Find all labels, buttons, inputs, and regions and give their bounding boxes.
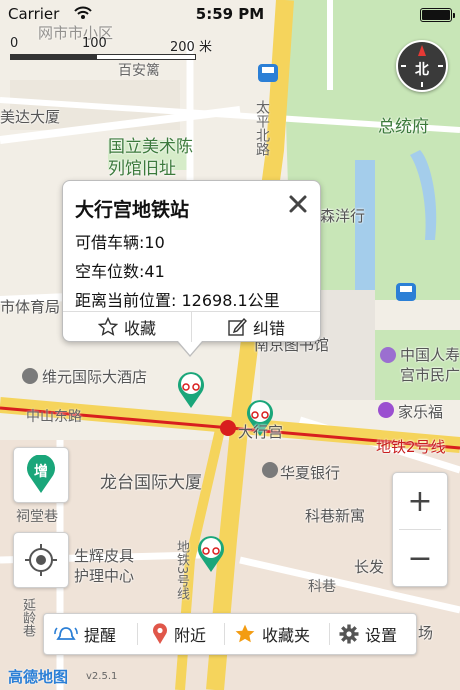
remind-button[interactable]: 提醒	[54, 614, 116, 654]
locate-icon	[25, 544, 57, 576]
available-bikes: 可借车辆:10	[75, 233, 165, 252]
zoom-out-button[interactable]: −	[393, 530, 447, 586]
version-label: v2.5.1	[86, 671, 118, 682]
metro-label: 地铁2号线	[376, 438, 446, 456]
add-label: 增	[34, 464, 48, 480]
map-label: 龙台国际大厦	[100, 473, 202, 493]
nearby-label: 附近	[174, 626, 207, 645]
map-label: 科巷新寓	[305, 507, 366, 525]
distance: 距离当前位置: 12698.1公里	[75, 291, 280, 310]
empty-slots: 空车位数:41	[75, 262, 165, 281]
road-label: 中山东路	[26, 409, 82, 425]
bottom-toolbar: 提醒 附近 收藏夹 设置	[43, 613, 417, 655]
compass-button[interactable]: 北	[396, 40, 448, 92]
road-label: 科巷	[308, 579, 336, 595]
map-label: 场	[418, 624, 434, 642]
settings-button[interactable]: 设置	[339, 614, 397, 654]
scale-label: 0	[10, 36, 19, 51]
scale-label: 100	[82, 36, 107, 51]
location-pin-icon	[153, 623, 167, 644]
map-label: 护理中心	[74, 567, 135, 585]
battery-icon	[420, 8, 455, 22]
map-scale: 0 100 200 米	[10, 36, 220, 66]
scale-label: 200 米	[170, 40, 212, 55]
zoom-control: + −	[392, 472, 448, 587]
map-canvas[interactable]	[0, 0, 460, 690]
bus-stop-icon[interactable]	[258, 64, 278, 82]
map-label: 家乐福	[398, 403, 444, 421]
map-label: 美达大厦	[0, 108, 61, 126]
remind-label: 提醒	[84, 626, 117, 645]
map-label: 长发	[354, 558, 385, 576]
map-label: 市体育局	[0, 298, 61, 316]
road-label: 祠堂巷	[16, 509, 58, 525]
compass-north-label: 北	[415, 62, 429, 78]
road-label: 太平北路	[254, 100, 270, 156]
favorites-button[interactable]: 收藏夹	[234, 614, 310, 654]
map-label: 中国人寿	[400, 346, 460, 364]
close-button[interactable]	[285, 191, 311, 217]
shop-poi-icon[interactable]	[378, 402, 394, 418]
map-label: 宫市民广	[400, 366, 460, 384]
correct-button[interactable]: 纠错	[192, 312, 320, 342]
edit-icon	[228, 317, 247, 336]
station-info-popup: 大行宫地铁站 可借车辆:10 空车位数:41 距离当前位置: 12698.1公里…	[62, 180, 321, 357]
star-filled-icon	[235, 624, 255, 643]
map-label: 总统府	[378, 117, 429, 137]
metro-station-icon[interactable]	[220, 420, 236, 436]
locate-button[interactable]	[13, 532, 69, 588]
road-label: 延龄巷	[20, 598, 35, 637]
nearby-button[interactable]: 附近	[152, 614, 206, 654]
correct-label: 纠错	[252, 319, 285, 338]
alarm-icon	[54, 627, 78, 640]
close-icon	[289, 195, 307, 213]
bank-poi-icon[interactable]	[262, 462, 278, 478]
map-label: 大行宫	[238, 423, 284, 441]
star-icon	[97, 317, 118, 336]
metro-label: 地铁3号线	[174, 540, 189, 601]
popup-title: 大行宫地铁站	[75, 199, 190, 221]
settings-label: 设置	[365, 626, 398, 645]
zoom-in-button[interactable]: +	[393, 473, 447, 529]
clock: 5:59 PM	[195, 5, 265, 23]
scale-bar	[10, 54, 220, 60]
bus-stop-icon[interactable]	[396, 283, 416, 301]
favorite-button[interactable]: 收藏	[63, 312, 191, 342]
add-station-button[interactable]: 增	[13, 447, 69, 503]
hotel-poi-icon[interactable]	[22, 368, 38, 384]
poi-icon[interactable]	[380, 347, 396, 363]
favorite-label: 收藏	[123, 319, 156, 338]
map-label: 生辉皮具	[74, 547, 135, 565]
amap-logo: 高德地图	[8, 668, 69, 686]
favorites-label: 收藏夹	[262, 626, 311, 645]
gear-icon	[339, 624, 359, 644]
map-label: 列馆旧址	[108, 159, 176, 179]
map-label: 华夏银行	[280, 464, 341, 482]
map-label: 维元国际大酒店	[42, 368, 148, 386]
map-label: 森洋行	[320, 207, 366, 225]
status-bar: Carrier 5:59 PM	[0, 0, 460, 30]
